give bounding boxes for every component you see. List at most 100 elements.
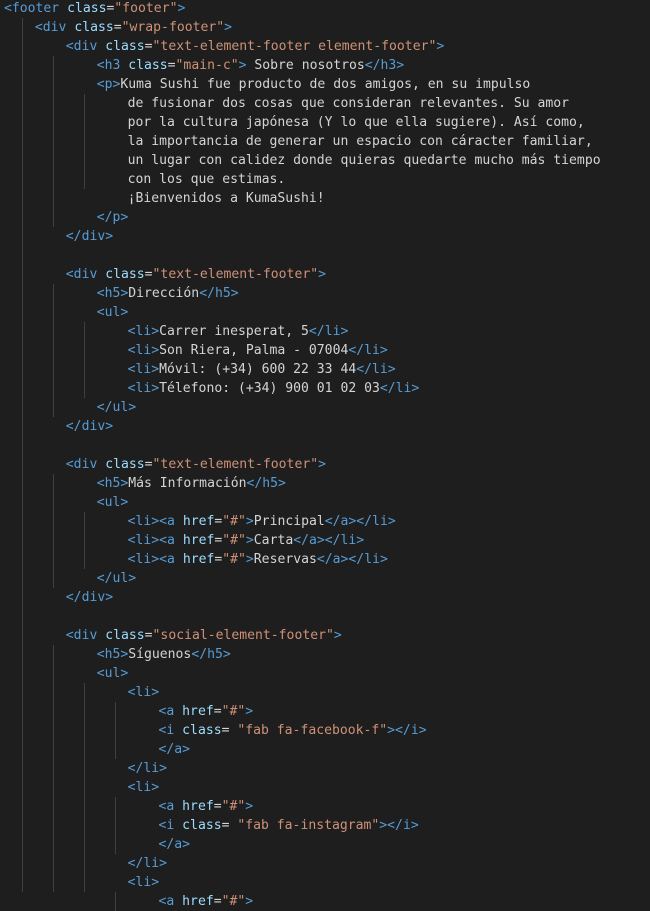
code-token-tag: >: [245, 514, 254, 529]
code-token-text: =: [221, 818, 238, 833]
code-token-attr: href: [182, 799, 214, 814]
code-line[interactable]: </div>: [66, 588, 113, 607]
code-token-tag: >: [245, 552, 254, 567]
code-line[interactable]: </div>: [66, 417, 113, 436]
code-line[interactable]: </li>: [128, 759, 167, 778]
code-token-tag: <div: [34, 20, 67, 35]
code-line[interactable]: <p>Kuma Sushi fue producto de dos amigos…: [97, 75, 531, 94]
code-line[interactable]: <li><a href="#">Principal</a></li>: [128, 512, 396, 531]
code-line[interactable]: ¡Bienvenidos a KumaSushi!: [128, 189, 325, 208]
code-line[interactable]: </li>: [128, 854, 167, 873]
code-token-attr: class: [182, 723, 222, 738]
indent-guide: [84, 94, 85, 189]
code-line[interactable]: <a href="#">: [159, 702, 254, 721]
code-line[interactable]: <ul>: [97, 664, 129, 683]
code-token-tag: </li>: [356, 362, 396, 377]
code-line[interactable]: <a href="#">: [159, 797, 254, 816]
code-token-tag: <li>: [127, 343, 160, 358]
code-token-text: =: [144, 457, 153, 472]
code-token-tag: <h3: [96, 58, 121, 73]
code-line[interactable]: <li>: [128, 683, 160, 702]
code-line[interactable]: <li>Son Riera, Palma - 07004</li>: [128, 341, 388, 360]
code-token-tag: <a: [158, 799, 175, 814]
code-line[interactable]: </a>: [159, 740, 191, 759]
code-token-attr: class: [105, 628, 145, 643]
code-token-str: "#": [222, 514, 246, 529]
code-line[interactable]: </ul>: [97, 569, 136, 588]
code-line[interactable]: </a>: [159, 835, 191, 854]
code-token-attr: href: [182, 704, 214, 719]
code-line[interactable]: <li>Móvil: (+34) 600 22 33 44</li>: [128, 360, 396, 379]
code-line[interactable]: <div class="text-element-footer">: [66, 265, 326, 284]
code-line[interactable]: <ul>: [97, 303, 129, 322]
code-token-tag: <h5>: [96, 286, 129, 301]
code-token-str: "fab fa-facebook-f": [237, 723, 388, 738]
code-line[interactable]: </p>: [97, 208, 129, 227]
code-line[interactable]: de fusionar dos cosas que consideran rel…: [128, 94, 569, 113]
code-line[interactable]: <div class="social-element-footer">: [66, 626, 342, 645]
code-line[interactable]: <li>: [128, 778, 160, 797]
code-token-text: por la cultura japónesa (Y lo que ella s…: [127, 115, 585, 130]
code-token-tag: <div: [65, 628, 98, 643]
code-token-text: =: [144, 267, 153, 282]
code-token-tag: >: [387, 723, 396, 738]
code-line[interactable]: <div class="text-element-footer">: [66, 455, 326, 474]
code-line[interactable]: <div class="text-element-footer element-…: [66, 37, 444, 56]
code-line[interactable]: <footer class="footer">: [4, 0, 185, 18]
code-token-tag: <li>: [127, 381, 160, 396]
code-line[interactable]: <ul>: [97, 493, 129, 512]
code-token-attr: href: [182, 533, 215, 548]
code-token-tag: </li>: [324, 533, 365, 548]
code-line[interactable]: <li>Carrer inesperat, 5</li>: [128, 322, 349, 341]
indent-guide: [53, 645, 54, 892]
code-token-tag: <i: [158, 723, 175, 738]
code-token-tag: >: [245, 704, 254, 719]
code-token-tag: >: [238, 58, 247, 73]
code-token-tag: <a: [159, 533, 175, 548]
code-token-tag: </ul>: [96, 571, 137, 586]
code-token-tag: <li>: [127, 685, 160, 700]
code-token-attr: class: [105, 39, 145, 54]
indent-guide: [115, 892, 116, 911]
code-token-tag: <li>: [127, 533, 160, 548]
code-token-tag: </p>: [96, 210, 129, 225]
code-line[interactable]: <li><a href="#">Carta</a></li>: [128, 531, 365, 550]
code-line[interactable]: la importancia de generar un espacio con…: [128, 132, 593, 151]
indent-guide: [84, 322, 85, 398]
code-line[interactable]: <li>: [128, 873, 160, 892]
code-token-str: "#": [222, 533, 246, 548]
code-line[interactable]: <li><a href="#">Reservas</a></li>: [128, 550, 388, 569]
code-token-attr: href: [182, 514, 215, 529]
code-token-tag: </li>: [379, 381, 420, 396]
code-line[interactable]: un lugar con calidez donde quieras queda…: [128, 151, 601, 170]
code-line[interactable]: </ul>: [97, 398, 136, 417]
code-token-tag: <li>: [127, 780, 160, 795]
code-line[interactable]: <li>Télefono: (+34) 900 01 02 03</li>: [128, 379, 420, 398]
code-line[interactable]: <i class= "fab fa-instagram"></i>: [159, 816, 419, 835]
code-token-tag: </div>: [65, 229, 114, 244]
code-token-tag: >: [245, 894, 254, 909]
code-token-tag: <div: [65, 267, 98, 282]
code-editor[interactable]: <footer class="footer"> <div class="wrap-…: [0, 0, 650, 911]
code-line[interactable]: <h5>Dirección</h5>: [97, 284, 239, 303]
code-line[interactable]: <h5>Más Información</h5>: [97, 474, 286, 493]
code-token-text: Kuma Sushi fue producto de dos amigos, e…: [120, 77, 531, 92]
code-line[interactable]: <h3 class="main-c"> Sobre nosotros</h3>: [97, 56, 405, 75]
code-line[interactable]: <i class= "fab fa-facebook-f"></i>: [159, 721, 427, 740]
code-token-attr: class: [105, 267, 145, 282]
code-line[interactable]: <h5>Síguenos</h5>: [97, 645, 231, 664]
code-token-text: Son Riera, Palma - 07004: [159, 343, 349, 358]
code-line[interactable]: con los que estimas.: [128, 170, 286, 189]
code-token-tag: <li>: [127, 552, 160, 567]
code-line[interactable]: por la cultura japónesa (Y lo que ella s…: [128, 113, 585, 132]
code-token-text: =: [213, 704, 222, 719]
code-token-tag: <div: [65, 457, 98, 472]
code-line[interactable]: <div class="wrap-footer">: [35, 18, 232, 37]
code-token-tag: <ul>: [96, 305, 129, 320]
code-line[interactable]: <a href="#">: [159, 892, 254, 911]
code-token-text: =: [113, 20, 122, 35]
code-line[interactable]: </div>: [66, 227, 113, 246]
